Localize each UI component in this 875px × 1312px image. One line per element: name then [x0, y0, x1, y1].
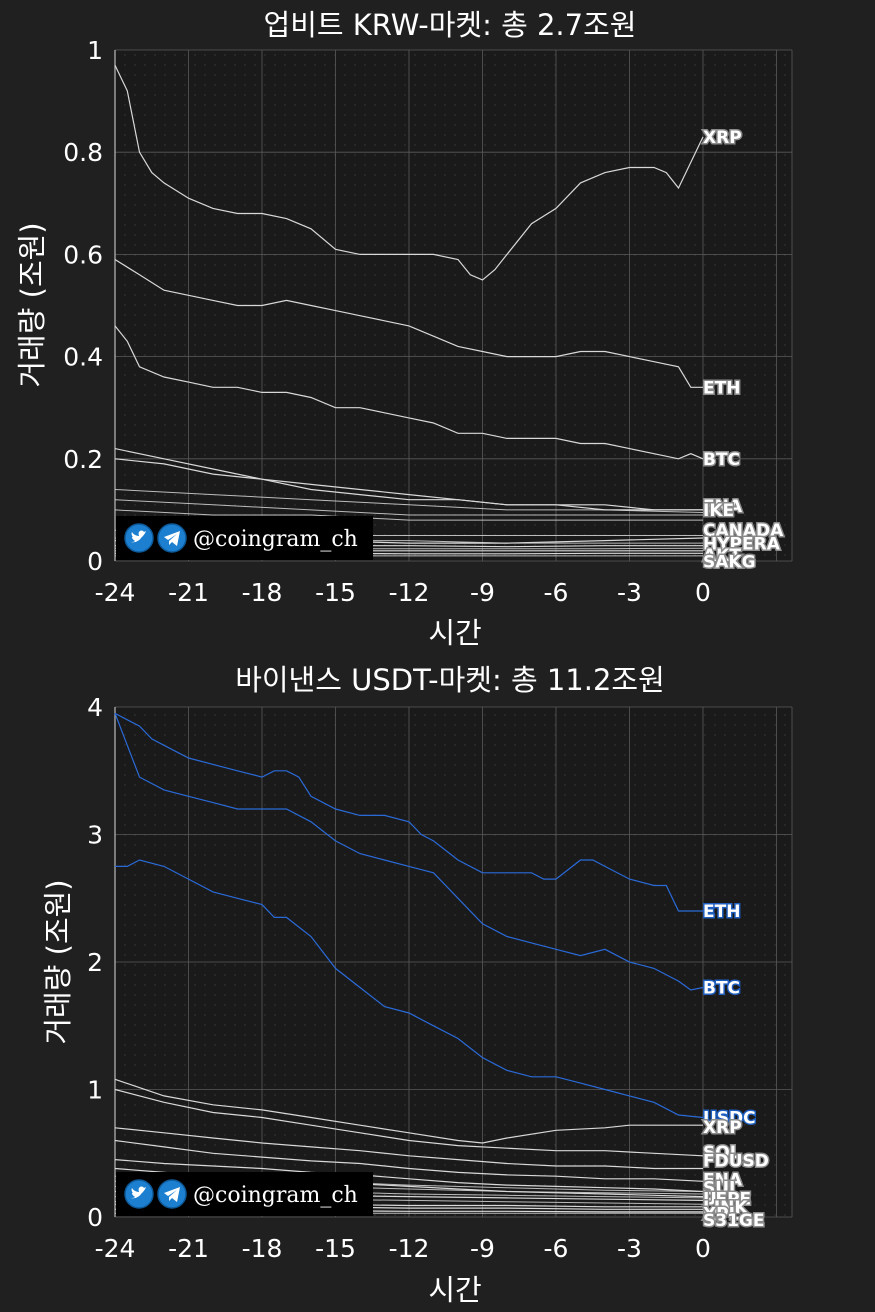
y-tick-label: 0.2	[63, 445, 103, 474]
x-tick-label: -12	[389, 1234, 430, 1263]
x-tick-label: -6	[544, 578, 569, 607]
y-tick-label: 0.8	[63, 138, 103, 167]
promo-handle: @coingram_ch	[193, 1183, 358, 1208]
x-tick-label: -24	[95, 1234, 136, 1263]
x-tick-label: -15	[315, 578, 356, 607]
y-tick-label: 0.6	[63, 240, 103, 269]
x-axis-label: 시간	[428, 616, 481, 650]
y-tick-label: 1	[87, 36, 103, 65]
x-tick-label: -3	[617, 578, 642, 607]
series-label-eth: ETH	[703, 902, 740, 922]
x-tick-label: -12	[389, 578, 430, 607]
series-label-ike: IKE	[703, 501, 734, 521]
x-tick-label: -21	[168, 1234, 209, 1263]
y-tick-labels: 0 1 2 3 4	[87, 693, 103, 1232]
series-label-s31ge: S31GE	[703, 1211, 764, 1231]
series-label-btc: BTC	[703, 450, 740, 470]
chart-title: 바이낸스 USDT-마켓: 총 11.2조원	[235, 663, 665, 697]
x-tick-labels: -24 -21 -18 -15 -12 -9 -6 -3 0	[95, 1234, 711, 1263]
x-tick-label: -3	[617, 1234, 642, 1263]
x-tick-label: -21	[168, 578, 209, 607]
promo-badge: @coingram_ch	[116, 1172, 373, 1216]
x-tick-label: -15	[315, 1234, 356, 1263]
x-tick-label: 0	[695, 1234, 711, 1263]
series-label-eth: ETH	[703, 378, 740, 398]
chart-stage: 업비트 KRW-마켓: 총 2.7조원 XRPETHBTCENAIKECANAD…	[15, 8, 793, 1307]
y-tick-label: 3	[87, 821, 103, 850]
x-tick-label: -18	[242, 1234, 283, 1263]
telegram-icon	[157, 523, 187, 553]
y-tick-label: 1	[87, 1076, 103, 1105]
chart-upbit: 업비트 KRW-마켓: 총 2.7조원 XRPETHBTCENAIKECANAD…	[15, 8, 793, 650]
y-axis-label: 거래량 (조원)	[41, 879, 75, 1044]
telegram-icon	[157, 1179, 187, 1209]
series-label-fdusd: FDUSD	[703, 1152, 769, 1172]
plot-area	[115, 50, 792, 561]
x-tick-label: -24	[95, 578, 136, 607]
y-tick-labels: 0 0.2 0.4 0.6 0.8 1	[63, 36, 103, 576]
series-label-xrp: XRP	[703, 128, 742, 148]
series-label-btc: BTC	[703, 979, 740, 999]
x-tick-label: 0	[695, 578, 711, 607]
series-label-sakg: SAKG	[703, 552, 756, 572]
y-tick-label: 4	[87, 693, 103, 722]
twitter-icon	[124, 523, 154, 553]
y-tick-label: 2	[87, 948, 103, 977]
y-tick-label: 0	[87, 547, 103, 576]
promo-badge: @coingram_ch	[116, 516, 373, 560]
x-tick-labels: -24 -21 -18 -15 -12 -9 -6 -3 0	[95, 578, 711, 607]
promo-handle: @coingram_ch	[193, 527, 358, 552]
twitter-icon	[124, 1179, 154, 1209]
chart-title: 업비트 KRW-마켓: 총 2.7조원	[264, 8, 637, 42]
x-tick-label: -9	[470, 578, 495, 607]
y-axis-label: 거래량 (조원)	[15, 222, 49, 387]
x-axis-label: 시간	[428, 1273, 481, 1307]
y-tick-label: 0	[87, 1203, 103, 1232]
chart-binance: 바이낸스 USDT-마켓: 총 11.2조원 ETHBTCUSDCXRPSOLF…	[41, 663, 793, 1307]
x-tick-label: -6	[544, 1234, 569, 1263]
x-tick-label: -9	[470, 1234, 495, 1263]
series-label-xrp: XRP	[703, 1118, 742, 1138]
x-tick-label: -18	[242, 578, 283, 607]
y-tick-label: 0.4	[63, 343, 103, 372]
